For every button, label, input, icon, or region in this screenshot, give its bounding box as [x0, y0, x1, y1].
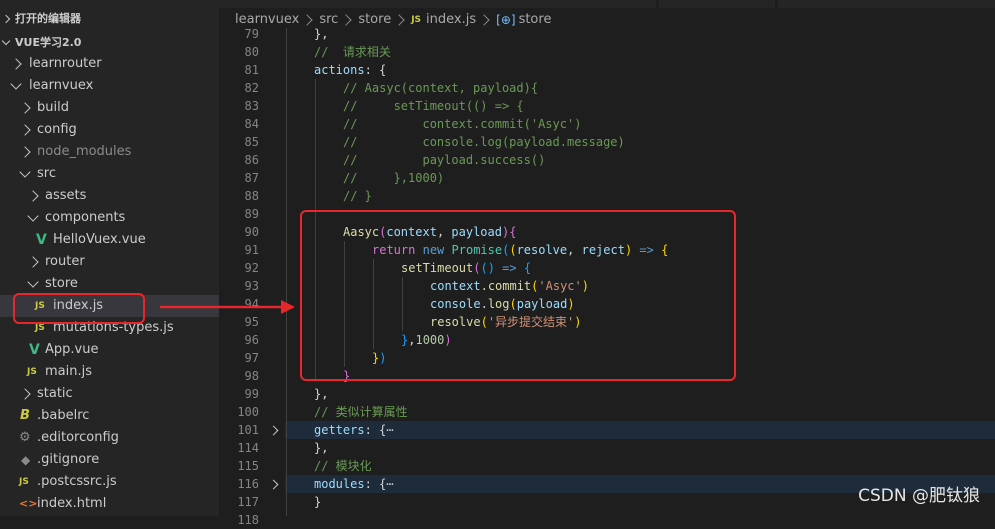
watermark: CSDN @肥钛狼 — [858, 486, 980, 506]
annotation-arrow — [160, 300, 295, 314]
